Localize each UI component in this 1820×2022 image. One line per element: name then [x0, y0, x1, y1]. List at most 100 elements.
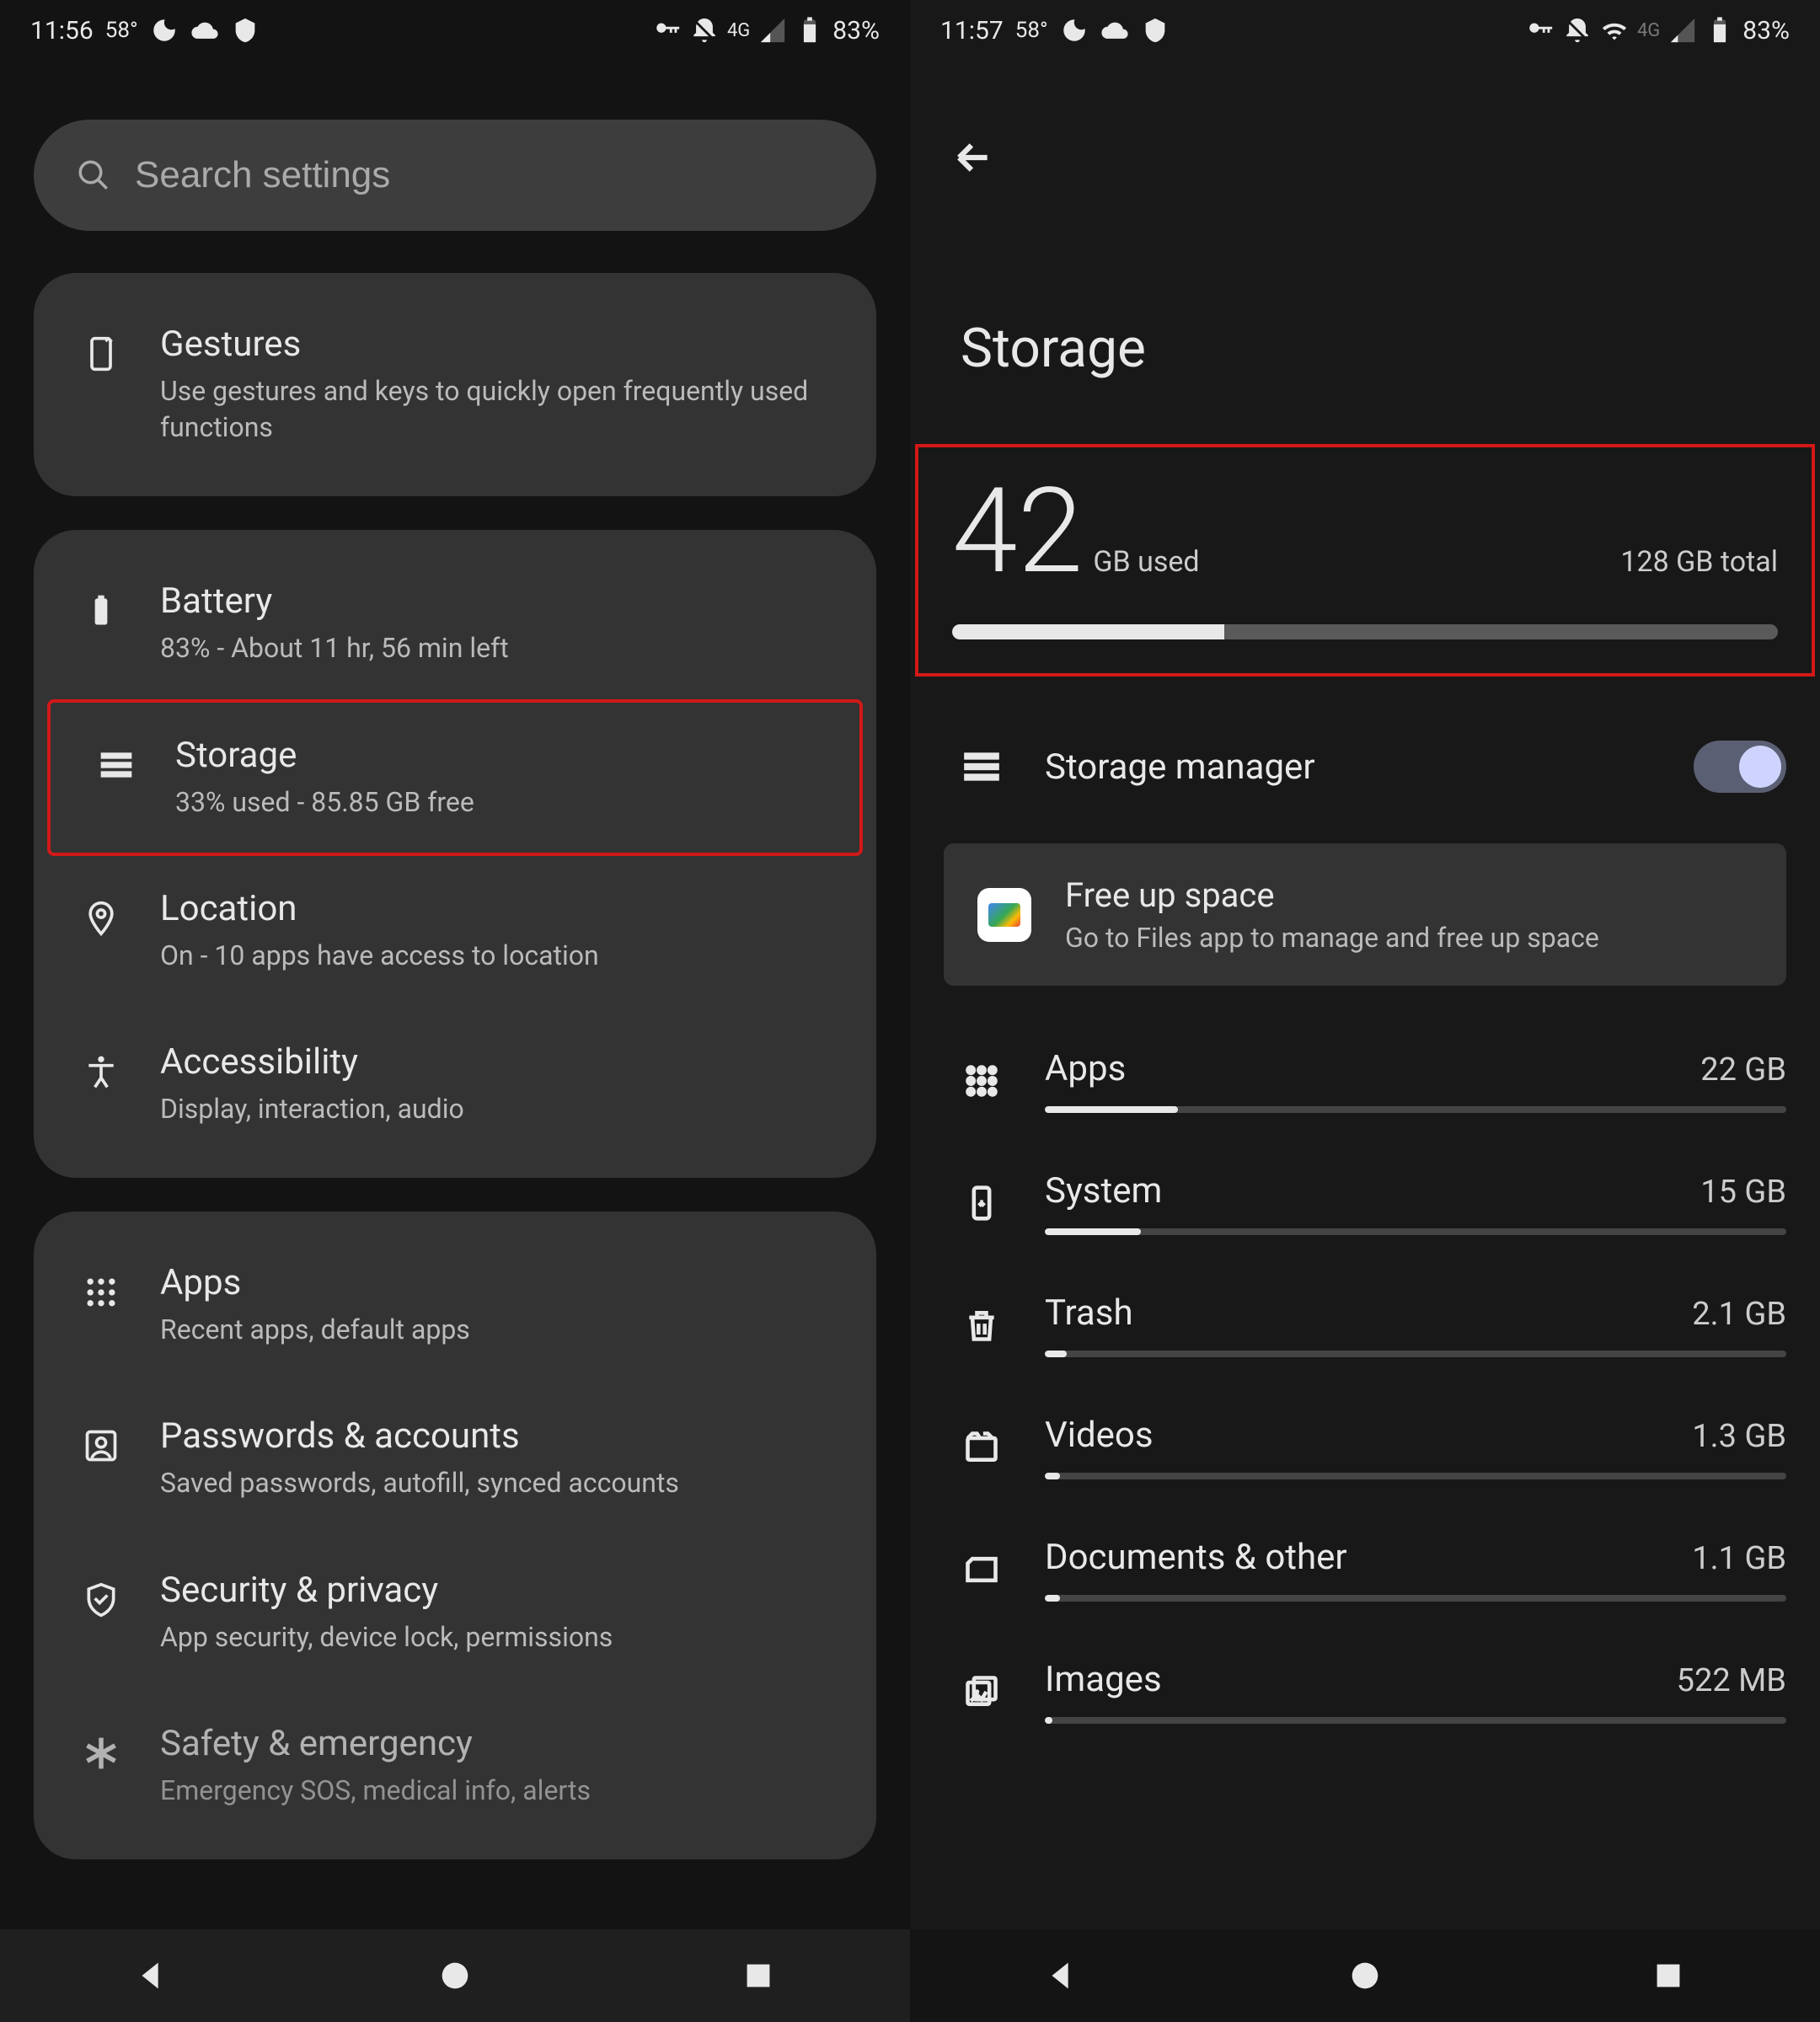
- setting-title: Security & privacy: [160, 1570, 851, 1611]
- nav-recent-button[interactable]: [1649, 1956, 1688, 1995]
- storage-used-label: GB used: [1093, 545, 1199, 579]
- setting-storage[interactable]: Storage 33% used - 85.85 GB free: [49, 701, 861, 854]
- apps-grid-icon: [76, 1267, 126, 1318]
- setting-gestures[interactable]: Gestures Use gestures and keys to quickl…: [34, 290, 876, 479]
- setting-accessibility[interactable]: Accessibility Display, interaction, audi…: [34, 1008, 876, 1161]
- setting-sub: 33% used - 85.85 GB free: [175, 784, 836, 821]
- category-name: Images: [1045, 1659, 1162, 1700]
- images-icon: [961, 1671, 1003, 1713]
- dnd-icon: [690, 16, 719, 45]
- vpn-key-icon: [653, 16, 682, 45]
- setting-title: Battery: [160, 580, 851, 622]
- storage-manager-icon: [961, 746, 1003, 788]
- category-videos[interactable]: Videos 1.3 GB: [910, 1386, 1820, 1508]
- vpn-key-icon: [1526, 16, 1555, 45]
- category-documents[interactable]: Documents & other 1.1 GB: [910, 1508, 1820, 1630]
- setting-title: Gestures: [160, 324, 851, 365]
- category-bar: [1045, 1717, 1786, 1724]
- shield-icon: [231, 16, 260, 45]
- setting-sub: On - 10 apps have access to location: [160, 938, 851, 974]
- status-time: 11:56: [30, 16, 94, 45]
- category-name: Documents & other: [1045, 1537, 1347, 1578]
- status-network: 4G: [1637, 20, 1660, 41]
- category-apps[interactable]: Apps 22 GB: [910, 1019, 1820, 1142]
- storage-summary: 42 GB used 128 GB total: [918, 447, 1812, 673]
- freeup-title: Free up space: [1065, 875, 1599, 915]
- phone-gesture-icon: [76, 329, 126, 379]
- category-system[interactable]: System 15 GB: [910, 1142, 1820, 1264]
- status-network: 4G: [727, 20, 750, 41]
- setting-apps[interactable]: Apps Recent apps, default apps: [34, 1228, 876, 1382]
- category-bar: [1045, 1473, 1786, 1479]
- nav-home-button[interactable]: [436, 1956, 474, 1995]
- trash-icon: [961, 1304, 1003, 1346]
- search-bar[interactable]: [34, 120, 876, 231]
- moon-icon: [150, 16, 179, 45]
- setting-title: Location: [160, 888, 851, 929]
- search-icon: [76, 158, 111, 193]
- setting-title: Accessibility: [160, 1041, 851, 1083]
- nav-home-button[interactable]: [1346, 1956, 1384, 1995]
- back-button[interactable]: [910, 61, 1820, 182]
- apps-icon: [961, 1060, 1003, 1102]
- storage-progress-fill: [952, 624, 1224, 639]
- shield-check-icon: [76, 1575, 126, 1625]
- status-battery-pct: 83%: [1742, 16, 1790, 45]
- videos-icon: [961, 1426, 1003, 1468]
- battery-icon: [1705, 16, 1734, 45]
- setting-passwords[interactable]: Passwords & accounts Saved passwords, au…: [34, 1382, 876, 1535]
- page-title: Storage: [910, 182, 1820, 447]
- status-time: 11:57: [940, 16, 1004, 45]
- category-trash[interactable]: Trash 2.1 GB: [910, 1264, 1820, 1386]
- files-app-icon: [977, 888, 1031, 942]
- category-size: 15 GB: [1700, 1174, 1786, 1211]
- nav-recent-button[interactable]: [739, 1956, 778, 1995]
- setting-title: Apps: [160, 1262, 851, 1303]
- dnd-icon: [1563, 16, 1592, 45]
- status-bar: 11:56 58° 4G 83%: [0, 0, 910, 61]
- category-name: Apps: [1045, 1048, 1126, 1089]
- documents-icon: [961, 1549, 1003, 1591]
- signal-icon: [1668, 16, 1697, 45]
- status-battery-pct: 83%: [832, 16, 880, 45]
- category-size: 522 MB: [1677, 1662, 1786, 1699]
- storage-manager-toggle[interactable]: [1694, 741, 1786, 793]
- setting-security[interactable]: Security & privacy App security, device …: [34, 1536, 876, 1689]
- system-icon: [961, 1182, 1003, 1224]
- category-name: Trash: [1045, 1292, 1133, 1334]
- nav-back-button[interactable]: [1042, 1956, 1081, 1995]
- category-bar: [1045, 1106, 1786, 1113]
- storage-progress-bar: [952, 624, 1778, 639]
- battery-icon: [76, 586, 126, 636]
- setting-safety[interactable]: Safety & emergency Emergency SOS, medica…: [34, 1689, 876, 1843]
- category-name: Videos: [1045, 1415, 1154, 1456]
- category-bar: [1045, 1595, 1786, 1602]
- setting-battery[interactable]: Battery 83% - About 11 hr, 56 min left: [34, 547, 876, 700]
- setting-title: Passwords & accounts: [160, 1415, 851, 1457]
- wifi-icon: [1600, 16, 1629, 45]
- search-input[interactable]: [135, 154, 834, 196]
- free-up-space-card[interactable]: Free up space Go to Files app to manage …: [944, 843, 1786, 986]
- account-box-icon: [76, 1420, 126, 1471]
- setting-sub: Saved passwords, autofill, synced accoun…: [160, 1465, 851, 1501]
- storage-manager-row[interactable]: Storage manager: [910, 707, 1820, 826]
- setting-sub: 83% - About 11 hr, 56 min left: [160, 630, 851, 666]
- category-size: 1.3 GB: [1692, 1418, 1786, 1455]
- setting-location[interactable]: Location On - 10 apps have access to loc…: [34, 854, 876, 1008]
- nav-back-button[interactable]: [132, 1956, 171, 1995]
- category-size: 2.1 GB: [1692, 1296, 1786, 1333]
- asterisk-icon: [76, 1728, 126, 1779]
- freeup-sub: Go to Files app to manage and free up sp…: [1065, 922, 1599, 954]
- storage-manager-label: Storage manager: [1045, 746, 1651, 788]
- battery-icon: [795, 16, 824, 45]
- storage-total-label: 128 GB total: [1620, 545, 1778, 579]
- category-bar: [1045, 1228, 1786, 1235]
- storage-used-number: 42: [952, 473, 1083, 591]
- setting-title: Safety & emergency: [160, 1723, 851, 1764]
- category-images[interactable]: Images 522 MB: [910, 1630, 1820, 1752]
- setting-sub: Emergency SOS, medical info, alerts: [160, 1773, 851, 1809]
- status-bar: 11:57 58° 4G 83%: [910, 0, 1820, 61]
- setting-sub: Recent apps, default apps: [160, 1312, 851, 1348]
- setting-sub: Display, interaction, audio: [160, 1091, 851, 1127]
- storage-icon: [91, 740, 142, 790]
